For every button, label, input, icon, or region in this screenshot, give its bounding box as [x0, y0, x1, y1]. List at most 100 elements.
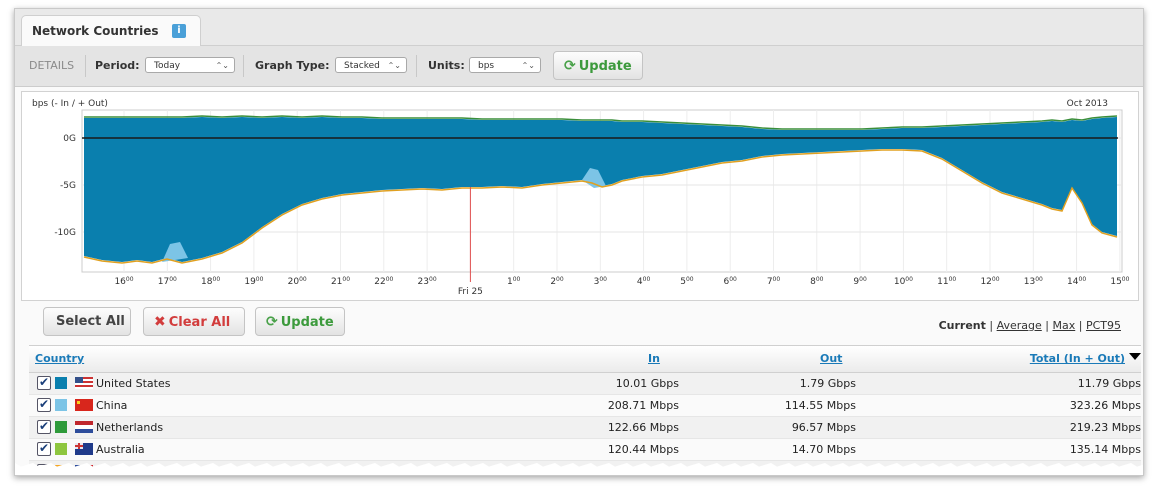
table-header: Country In Out Total (In + Out) [29, 345, 1141, 373]
x-axis-ticks: 1600 1700 1800 1900 2000 2100 2200 2300 100 200 30… [114, 276, 1129, 287]
period-select-value: Today [154, 61, 181, 71]
clear-all-label: Clear All [168, 315, 231, 330]
x-tick-label: 1800 [201, 276, 220, 287]
refresh-icon: ⟳ [564, 58, 576, 74]
row-checkbox[interactable]: ✔ [37, 398, 51, 412]
y-tick-label: 0G [63, 134, 76, 144]
in-value: 208.71 Mbps [607, 399, 679, 412]
view-pct95-link[interactable]: PCT95 [1086, 319, 1121, 332]
refresh-icon: ⟳ [266, 314, 278, 330]
total-value: 323.26 Mbps [1069, 399, 1141, 412]
update-label: Update [578, 59, 632, 74]
x-tick-label: 2100 [331, 276, 350, 287]
graph-type-select[interactable]: Stacked ⌃⌄ [335, 57, 407, 73]
select-arrows-icon: ⌃⌄ [215, 61, 229, 70]
color-swatch [55, 399, 67, 411]
toolbar-divider [243, 55, 244, 77]
x-tick-label: 1700 [158, 276, 177, 287]
x-tick-label: 500 [680, 276, 694, 287]
graph-update-button[interactable]: ⟳ Update [255, 307, 345, 336]
view-current[interactable]: Current [939, 319, 986, 332]
row-checkbox[interactable]: ✔ [37, 442, 51, 456]
x-tick-label: 1100 [937, 276, 956, 287]
x-tick-label: 1600 [114, 276, 133, 287]
graph-type-select-value: Stacked [344, 61, 380, 71]
view-mode-links: Current | Average | Max | PCT95 [939, 319, 1121, 332]
y-axis-ticks: 0G -5G -10G [54, 134, 76, 238]
countries-table: Country In Out Total (In + Out) ✔ United … [29, 345, 1141, 475]
color-swatch [55, 421, 67, 433]
total-value: 219.23 Mbps [1069, 421, 1141, 434]
x-tick-label: 300 [594, 276, 608, 287]
sort-descending-icon[interactable] [1129, 353, 1141, 360]
select-all-label: Select All [56, 314, 125, 329]
x-tick-label: 2200 [374, 276, 393, 287]
tab-bar: Network Countries i [15, 9, 1143, 46]
table-row: ✔ China 208.71 Mbps 114.55 Mbps 323.26 Mbps [29, 395, 1141, 417]
tab-network-countries[interactable]: Network Countries i [21, 15, 201, 46]
color-swatch [55, 377, 67, 389]
toolbar-divider [416, 55, 417, 77]
view-separator: | [989, 319, 994, 332]
total-value: 135.14 Mbps [1069, 443, 1141, 456]
total-column-header[interactable]: Total (In + Out) [1030, 352, 1125, 365]
view-separator: | [1045, 319, 1049, 332]
x-tick-label: 400 [637, 276, 651, 287]
toolbar-update-button[interactable]: ⟳ Update [553, 51, 643, 80]
country-name: United States [96, 377, 171, 390]
x-tick-label: 100 [507, 276, 521, 287]
out-value: 14.70 Mbps [791, 443, 856, 456]
clear-all-button[interactable]: ✖ Clear All [143, 307, 245, 336]
y-tick-label: -5G [60, 181, 76, 191]
torn-edge [15, 463, 1143, 475]
graph-controls: Select All ✖ Clear All ⟳ Update Current | … [15, 303, 1143, 343]
x-tick-label: 200 [550, 276, 564, 287]
color-swatch [55, 443, 67, 455]
table-row: ✔ Netherlands 122.66 Mbps 96.57 Mbps 219.23 … [29, 417, 1141, 439]
select-arrows-icon: ⌃⌄ [521, 61, 535, 70]
view-max-link[interactable]: Max [1053, 319, 1076, 332]
country-name: Netherlands [96, 421, 164, 434]
table-row: ✔ Australia 120.44 Mbps 14.70 Mbps 135.14 Mb… [29, 439, 1141, 461]
x-tick-label: 800 [810, 276, 824, 287]
details-label[interactable]: DETAILS [29, 59, 74, 72]
in-value: 122.66 Mbps [607, 421, 679, 434]
us-flag-icon [75, 377, 93, 389]
date-label: Oct 2013 [1067, 99, 1108, 109]
torn-edge-shape [15, 463, 1143, 475]
in-column-header[interactable]: In [648, 352, 660, 365]
toolbar-divider [85, 55, 86, 77]
day-marker-label: Fri 25 [458, 287, 483, 297]
table-row: ✔ United States 10.01 Gbps 1.79 Gbps 11.79 G… [29, 373, 1141, 395]
row-checkbox[interactable]: ✔ [37, 376, 51, 390]
select-all-button[interactable]: Select All [43, 307, 131, 336]
in-value: 10.01 Gbps [615, 377, 679, 390]
au-flag-icon [75, 443, 93, 455]
out-column-header[interactable]: Out [820, 352, 842, 365]
view-average-link[interactable]: Average [997, 319, 1042, 332]
traffic-graph: bps (- In / + Out) Oct 2013 0G -5G -10G 16… [21, 91, 1139, 301]
x-tick-label: 1900 [244, 276, 263, 287]
units-select[interactable]: bps ⌃⌄ [469, 57, 541, 73]
units-label: Units: [428, 59, 465, 72]
network-countries-window: Network Countries i DETAILS Period: Toda… [14, 8, 1144, 476]
period-label: Period: [95, 59, 140, 72]
y-axis-title: bps (- In / + Out) [32, 99, 108, 109]
close-icon: ✖ [154, 314, 166, 330]
info-icon[interactable]: i [172, 24, 186, 38]
nl-flag-icon [75, 421, 93, 433]
row-checkbox[interactable]: ✔ [37, 420, 51, 434]
x-tick-label: 1400 [1067, 276, 1086, 287]
period-select[interactable]: Today ⌃⌄ [145, 57, 235, 73]
select-arrows-icon: ⌃⌄ [387, 61, 401, 70]
x-tick-label: 1500 [1110, 276, 1129, 287]
x-tick-label: 900 [853, 276, 867, 287]
x-tick-label: 700 [767, 276, 781, 287]
in-value: 120.44 Mbps [607, 443, 679, 456]
out-value: 96.57 Mbps [791, 421, 856, 434]
x-tick-label: 2300 [418, 276, 437, 287]
toolbar: DETAILS Period: Today ⌃⌄ Graph Type: Sta… [15, 46, 1143, 87]
country-column-header[interactable]: Country [35, 352, 84, 365]
traffic-graph-canvas: bps (- In / + Out) Oct 2013 0G -5G -10G 16… [32, 99, 1130, 297]
graph-type-label: Graph Type: [255, 59, 330, 72]
